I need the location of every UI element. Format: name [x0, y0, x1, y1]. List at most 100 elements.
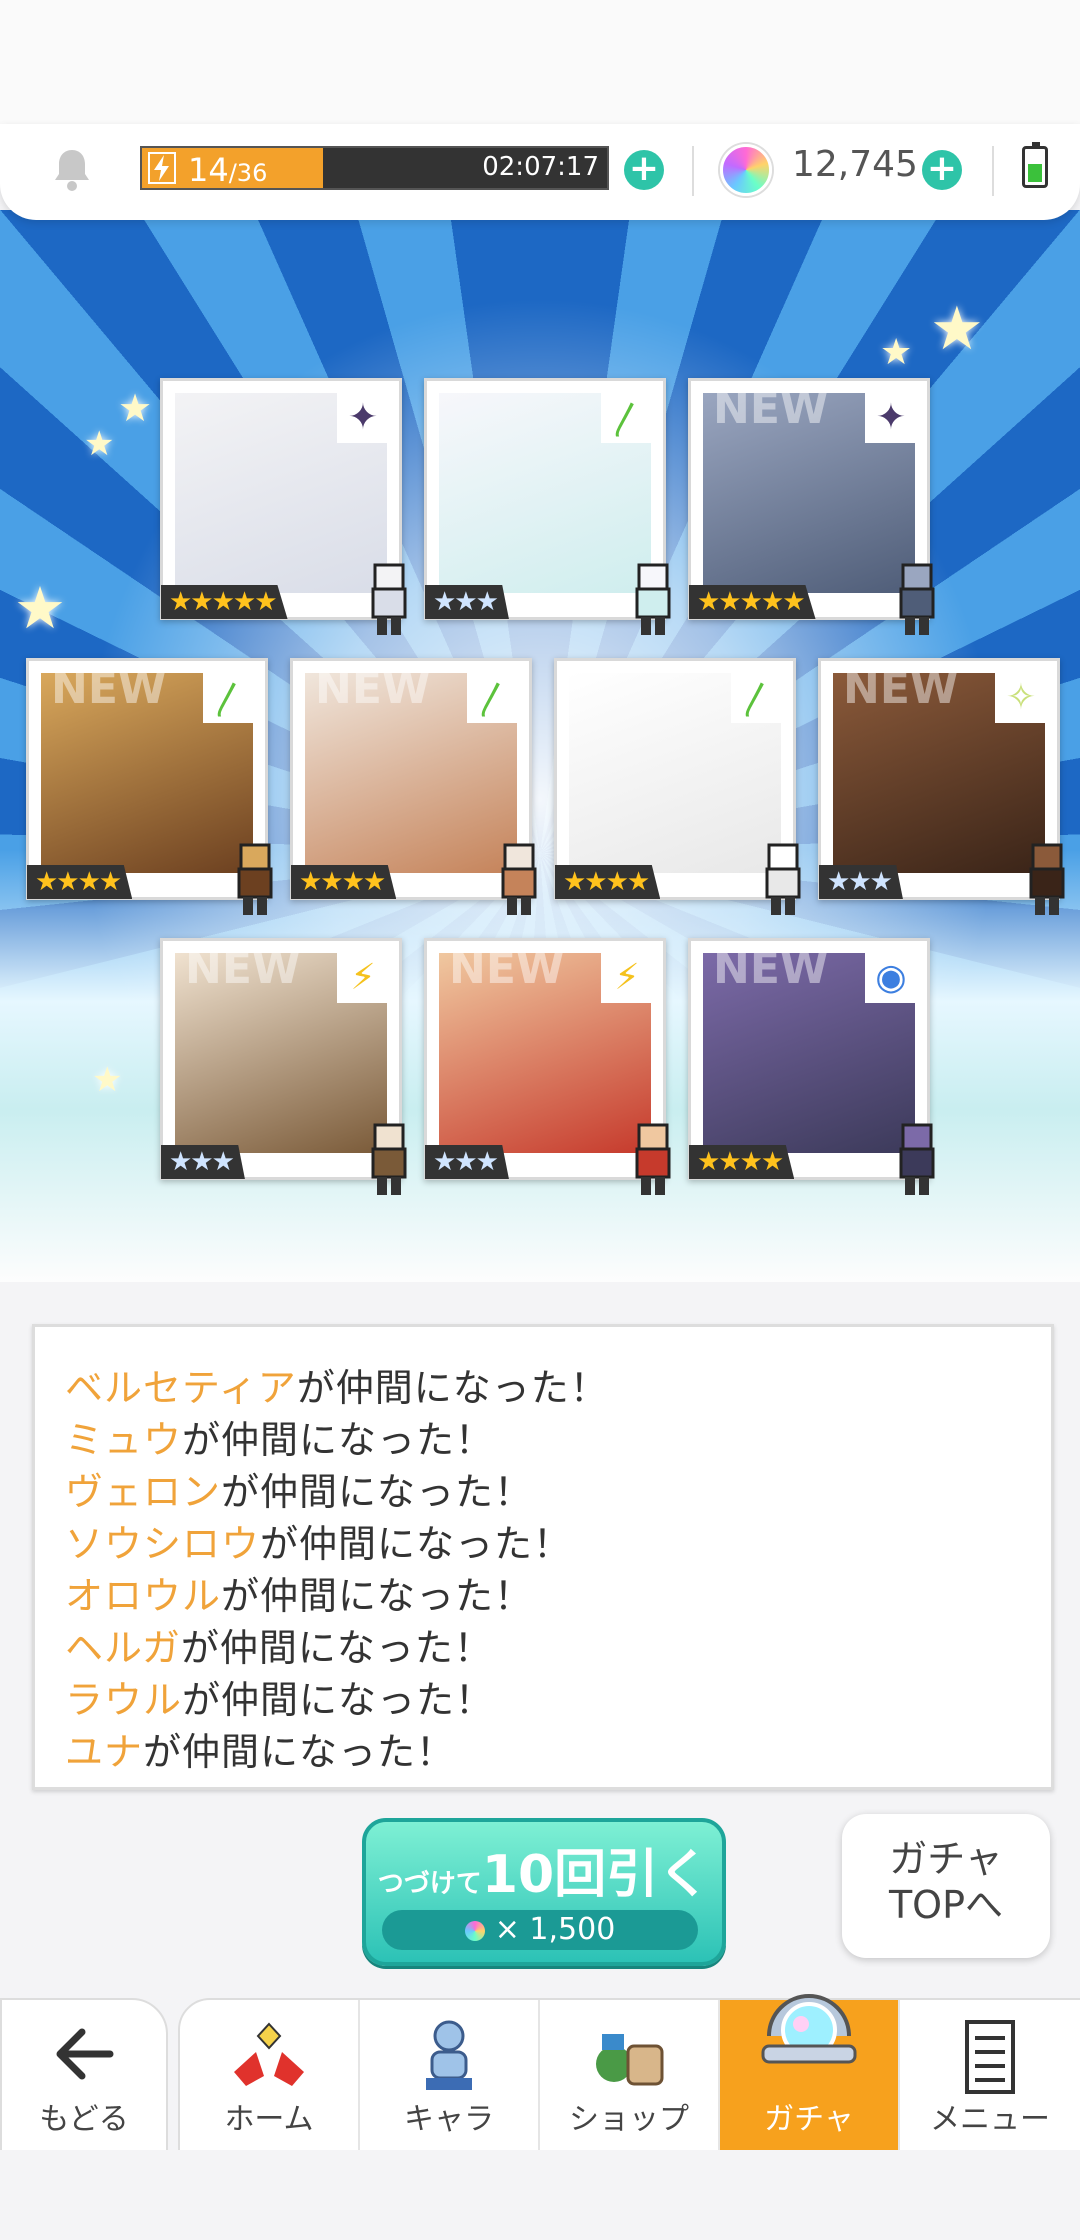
recruit-message: ベルセティアが仲間になった！ [65, 1357, 609, 1412]
recruit-suffix: が仲間になった！ [221, 1574, 534, 1618]
pixel-sprite [899, 563, 935, 635]
new-badge: NEW [713, 383, 829, 434]
rarity-stars: ★★★★★ [689, 585, 816, 619]
element-wind-icon: 〳 [731, 671, 783, 723]
gacha-orb-icon [761, 1994, 857, 2064]
tab-shop-label: ショップ [569, 2102, 689, 2137]
shop-bag-icon [596, 2034, 664, 2086]
nav-tabs: ホーム キャラ ショップ ガチャ メニュー [178, 1994, 1080, 2154]
recruit-message: ヘルガが仲間になった！ [65, 1617, 493, 1672]
tab-menu[interactable]: メニュー [900, 2000, 1080, 2152]
rarity-stars: ★★★ [819, 865, 903, 899]
home-icon [234, 2022, 304, 2086]
menu-list-icon [965, 2020, 1015, 2094]
sparkle-star-icon: ★ [880, 332, 913, 373]
stamina-value: 14/36 [188, 151, 268, 189]
rarity-stars: ★★★★ [689, 1145, 795, 1179]
battery-icon [1022, 142, 1048, 188]
back-arrow-icon [56, 2028, 114, 2080]
character-card[interactable]: 〳 ★★★★ [554, 658, 801, 915]
tab-home[interactable]: ホーム [180, 2000, 360, 2152]
tab-shop[interactable]: ショップ [540, 2000, 720, 2152]
add-stamina-button[interactable]: + [624, 150, 664, 190]
character-card[interactable]: NEW 〳 ★★★★ [26, 658, 273, 915]
element-thunder-icon: ⚡ [601, 951, 653, 1003]
back-button[interactable]: もどる [0, 1998, 168, 2154]
pixel-sprite [371, 1123, 407, 1195]
recruit-suffix: が仲間になった！ [180, 1626, 493, 1670]
element-wind-icon: 〳 [601, 391, 653, 443]
tab-gacha[interactable]: ガチャ [720, 1994, 900, 2152]
recruit-message: ソウシロウが仲間になった！ [65, 1513, 572, 1568]
lightning-icon [148, 152, 176, 184]
recruit-suffix: が仲間になった！ [221, 1470, 534, 1514]
character-name: ヘルガ [65, 1626, 181, 1670]
character-card[interactable]: NEW 〳 ★★★★ [290, 658, 537, 915]
recruit-message: ラウルが仲間になった！ [65, 1669, 494, 1724]
divider [692, 146, 694, 196]
sparkle-star-icon: ★ [84, 424, 115, 464]
bottom-nav: もどる ホーム キャラ ショップ ガチャ メニュー [0, 1994, 1080, 2154]
character-name: ヴェロン [65, 1470, 222, 1514]
gacha-top-line2: TOPへ [888, 1883, 1004, 1927]
rarity-stars: ★★★★ [27, 865, 133, 899]
rarity-stars: ★★★ [161, 1145, 245, 1179]
element-light-icon: ✧ [995, 671, 1047, 723]
character-card[interactable]: NEW ⚡ ★★★ [424, 938, 671, 1195]
status-bar: 14/36 02:07:17 + 12,745 + [0, 124, 1080, 220]
pixel-sprite [501, 843, 537, 915]
recruit-suffix: が仲間になった！ [143, 1730, 456, 1774]
pull-cost: × 1,500 [382, 1910, 698, 1950]
rarity-stars: ★★★★ [291, 865, 397, 899]
character-name: ラウル [65, 1678, 183, 1722]
sparkle-star-icon: ★ [92, 1060, 123, 1100]
recruit-suffix: が仲間になった！ [260, 1522, 573, 1566]
new-badge: NEW [713, 943, 829, 994]
new-badge: NEW [51, 663, 167, 714]
bell-icon[interactable] [52, 146, 92, 194]
character-card[interactable]: NEW ⚡ ★★★ [160, 938, 407, 1195]
character-name: ユナ [65, 1730, 144, 1774]
recruit-message: ミュウが仲間になった！ [65, 1409, 494, 1464]
character-name: ベルセティア [65, 1366, 297, 1410]
pixel-sprite [899, 1123, 935, 1195]
pixel-sprite [635, 1123, 671, 1195]
new-badge: NEW [185, 943, 301, 994]
rarity-stars: ★★★ [425, 585, 509, 619]
rarity-stars: ★★★★★ [161, 585, 288, 619]
tab-menu-label: メニュー [930, 2102, 1050, 2137]
pixel-sprite [1029, 843, 1065, 915]
element-dark-icon: ✦ [865, 391, 917, 443]
recruit-message: オロウルが仲間になった！ [65, 1565, 533, 1620]
add-gems-button[interactable]: + [922, 150, 962, 190]
character-card[interactable]: NEW ✦ ★★★★★ [688, 378, 935, 635]
pixel-sprite [765, 843, 801, 915]
top-blank-area [0, 0, 1080, 130]
gacha-result-scene: ★ ★ ★ ★ ★ ★ ✦ ★★★★★ 〳 ★★★ NEW ✦ ★★★★★ NEW 〳 ★★… [0, 210, 1080, 1282]
bottom-safe-area [0, 2150, 1080, 2240]
new-badge: NEW [315, 663, 431, 714]
rarity-stars: ★★★ [425, 1145, 509, 1179]
rarity-stars: ★★★★ [555, 865, 661, 899]
character-card[interactable]: NEW ◉ ★★★★ [688, 938, 935, 1195]
new-badge: NEW [449, 943, 565, 994]
result-message-box: ベルセティアが仲間になった！ ミュウが仲間になった！ ヴェロンが仲間になった！ ソウシ… [32, 1324, 1054, 1790]
character-name: ソウシロウ [65, 1522, 261, 1566]
character-name: オロウル [65, 1574, 222, 1618]
element-water-icon: ◉ [865, 951, 917, 1003]
stamina-timer: 02:07:17 [482, 152, 599, 182]
gem-count: 12,745 [792, 144, 918, 185]
character-card[interactable]: ✦ ★★★★★ [160, 378, 407, 635]
recruit-message: ユナが仲間になった！ [65, 1721, 455, 1776]
character-card[interactable]: NEW ✧ ★★★ [818, 658, 1065, 915]
divider [992, 146, 994, 196]
tab-chara[interactable]: キャラ [360, 2000, 540, 2152]
element-wind-icon: 〳 [203, 671, 255, 723]
gacha-top-button[interactable]: ガチャ TOPへ [842, 1814, 1050, 1958]
pull-ten-again-button[interactable]: つづけて10回引く × 1,500 [362, 1818, 726, 1966]
character-card[interactable]: 〳 ★★★ [424, 378, 671, 635]
pixel-sprite [371, 563, 407, 635]
element-wind-icon: 〳 [467, 671, 519, 723]
character-name: ミュウ [65, 1418, 183, 1462]
new-badge: NEW [843, 663, 959, 714]
